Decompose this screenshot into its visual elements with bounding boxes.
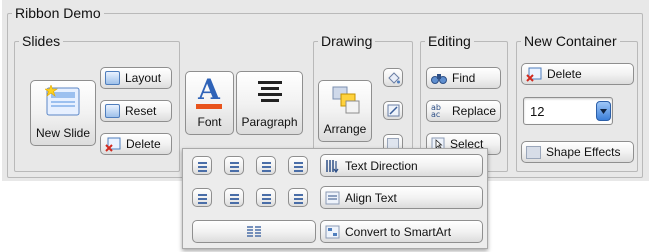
new-container-group-title: New Container — [524, 33, 617, 49]
delete-icon — [105, 137, 121, 152]
align-text-button[interactable]: Align Text — [320, 186, 483, 209]
drawing-group-title: Drawing — [321, 33, 373, 49]
align-left-icon — [196, 192, 209, 204]
find-label: Find — [452, 71, 476, 85]
layout-label: Layout — [125, 71, 162, 85]
numbering-button[interactable] — [224, 156, 244, 175]
shape-effects-label: Shape Effects — [546, 145, 621, 159]
replace-icon: ab ac — [431, 103, 441, 119]
editing-group-title: Editing — [428, 33, 471, 49]
columns-button[interactable] — [192, 220, 316, 243]
columns-icon — [247, 225, 261, 238]
reset-button[interactable]: Reset — [100, 100, 172, 122]
new-slide-icon — [44, 84, 81, 117]
slides-delete-label: Delete — [126, 137, 161, 151]
pencil-icon — [387, 104, 400, 117]
shape-effects-icon — [526, 145, 541, 159]
align-text-icon — [325, 191, 340, 205]
reset-icon — [105, 104, 120, 118]
font-color-bar — [196, 104, 222, 109]
convert-to-smartart-label: Convert to SmartArt — [345, 224, 452, 239]
align-right-icon — [260, 192, 273, 204]
paragraph-popup: Text Direction Align Text Convert to Sma… — [182, 148, 488, 249]
ribbon-title: Ribbon Demo — [15, 5, 101, 21]
increase-indent-icon — [292, 160, 305, 172]
bullet-list-icon — [196, 160, 209, 172]
font-button[interactable]: A Font — [185, 71, 234, 135]
smartart-icon — [325, 225, 340, 239]
spinner-field[interactable]: 12 — [523, 97, 613, 125]
replace-button[interactable]: ab ac Replace — [426, 100, 501, 122]
convert-to-smartart-button[interactable]: Convert to SmartArt — [320, 220, 483, 243]
new-slide-button[interactable]: New Slide — [30, 80, 96, 146]
bullets-button[interactable] — [192, 156, 212, 175]
increase-indent-button[interactable] — [288, 156, 308, 175]
paragraph-button[interactable]: Paragraph — [236, 71, 303, 135]
delete-icon — [526, 67, 542, 82]
text-direction-label: Text Direction — [345, 158, 418, 173]
font-letter: A — [198, 73, 220, 106]
decrease-indent-button[interactable] — [256, 156, 276, 175]
paragraph-icon — [258, 79, 282, 103]
align-center-button[interactable] — [224, 188, 244, 207]
slides-group-title: Slides — [22, 33, 61, 49]
justify-icon — [292, 192, 305, 204]
text-direction-icon — [325, 159, 340, 173]
container-delete-label: Delete — [547, 67, 582, 81]
arrange-icon — [331, 85, 361, 115]
binoculars-icon — [431, 71, 447, 85]
dropdown-arrow-icon[interactable] — [596, 101, 611, 121]
numbered-list-icon — [228, 160, 241, 172]
shape-effects-button[interactable]: Shape Effects — [521, 141, 634, 163]
reset-label: Reset — [125, 104, 157, 118]
align-left-button[interactable] — [192, 188, 212, 207]
font-icon: A — [194, 73, 224, 109]
align-text-label: Align Text — [345, 190, 397, 205]
new-slide-label: New Slide — [35, 126, 91, 140]
font-label: Font — [197, 115, 222, 129]
text-direction-button[interactable]: Text Direction — [320, 154, 483, 177]
find-button[interactable]: Find — [426, 67, 501, 89]
spinner-value: 12 — [530, 104, 545, 119]
paragraph-label: Paragraph — [241, 115, 298, 129]
align-center-icon — [228, 192, 241, 204]
replace-label: Replace — [452, 104, 497, 118]
align-right-button[interactable] — [256, 188, 276, 207]
shape-fill-button[interactable] — [383, 68, 403, 87]
slides-delete-button[interactable]: Delete — [100, 133, 172, 155]
container-delete-button[interactable]: Delete — [521, 63, 634, 85]
shape-outline-button[interactable] — [383, 101, 403, 120]
paint-bucket-icon — [387, 71, 400, 84]
layout-icon — [105, 71, 120, 85]
layout-button[interactable]: Layout — [100, 67, 172, 89]
arrange-label: Arrange — [323, 122, 367, 136]
decrease-indent-icon — [260, 160, 273, 172]
arrange-button[interactable]: Arrange — [318, 80, 372, 142]
justify-button[interactable] — [288, 188, 308, 207]
